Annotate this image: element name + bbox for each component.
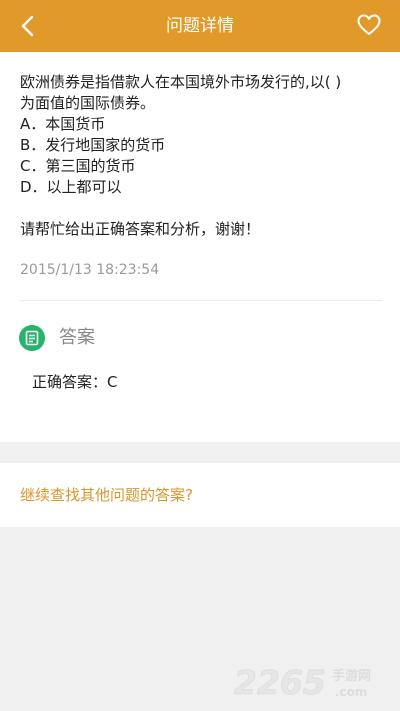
question-stem-line-1: 欧洲债券是指借款人在本国境外市场发行的,以( ) [20, 73, 342, 91]
option-c: C．第三国的货币 [20, 157, 136, 175]
svg-text:手游网: 手游网 [332, 668, 371, 684]
option-a: A．本国货币 [20, 115, 106, 133]
more-card: 继续查找其他问题的答案? [0, 463, 400, 527]
question-timestamp: 2015/1/13 18:23:54 [20, 262, 160, 278]
site-watermark-logo: 2265 手游网 .com [232, 661, 392, 703]
svg-text:2265: 2265 [234, 663, 326, 702]
heart-outline-icon [357, 14, 381, 35]
favorite-button[interactable] [356, 12, 382, 38]
option-b: B．发行地国家的货币 [20, 136, 166, 154]
divider [20, 300, 382, 301]
svg-text:.com: .com [335, 685, 367, 699]
app-header: 问题详情 [0, 0, 400, 52]
question-card: 欧洲债券是指借款人在本国境外市场发行的,以( ) 为面值的国际债券。 A．本国货… [0, 52, 400, 442]
question-stem-line-2: 为面值的国际债券。 [20, 94, 156, 112]
question-request: 请帮忙给出正确答案和分析，谢谢！ [20, 220, 261, 238]
page-title: 问题详情 [166, 16, 234, 36]
option-d: D．以上都可以 [20, 178, 122, 196]
answer-text: 正确答案：C [32, 373, 118, 391]
answer-heading: 答案 [59, 327, 95, 348]
answer-note-icon [19, 325, 45, 351]
find-more-answers-link[interactable]: 继续查找其他问题的答案? [20, 485, 193, 505]
question-body: 欧洲债券是指借款人在本国境外市场发行的,以( ) 为面值的国际债券。 A．本国货… [20, 72, 385, 240]
